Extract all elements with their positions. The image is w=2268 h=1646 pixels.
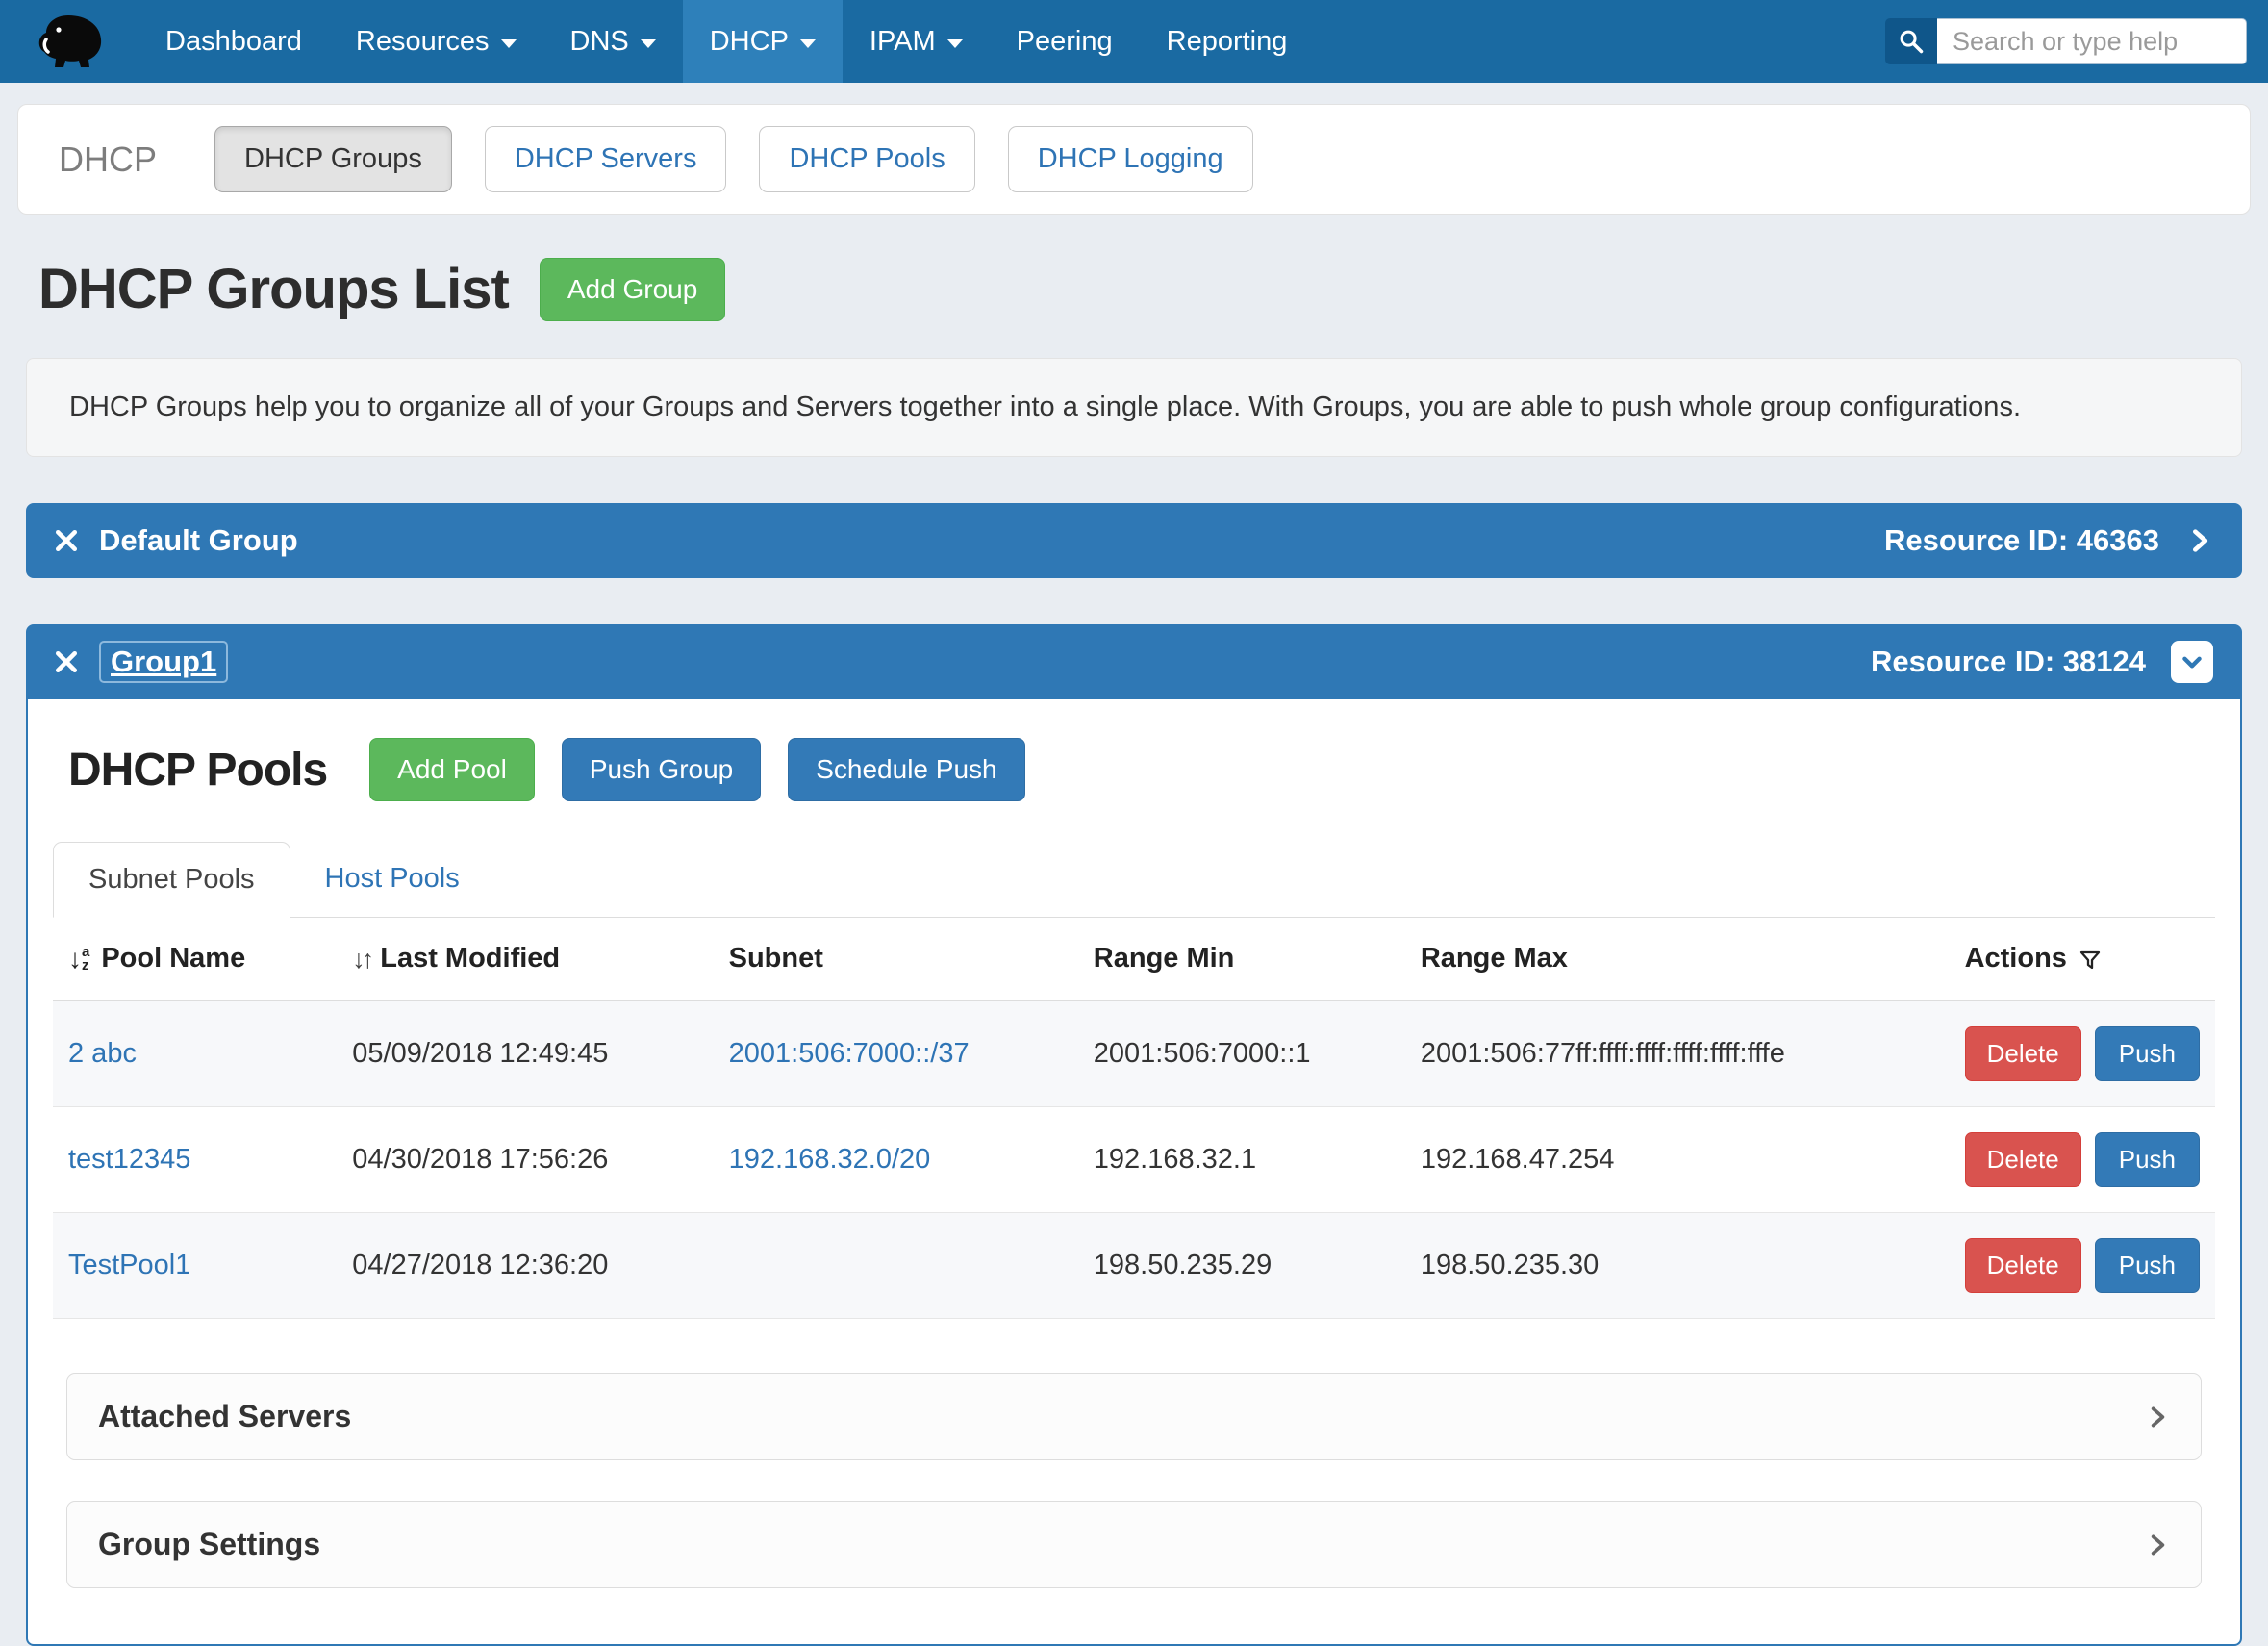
subnet-pools-table: ↓ az Pool Name ↓↑Last Modified Subnet Ra… — [53, 918, 2215, 1319]
schedule-push-button[interactable]: Schedule Push — [788, 738, 1024, 801]
nav-item-label: Peering — [1017, 26, 1113, 58]
attached-servers-title: Attached Servers — [98, 1399, 351, 1434]
push-group-button[interactable]: Push Group — [562, 738, 761, 801]
group-name-link[interactable]: Group1 — [99, 641, 228, 683]
group-settings-panel[interactable]: Group Settings — [66, 1501, 2202, 1588]
dhcp-section-toolbar: DHCP DHCP Groups DHCP Servers DHCP Pools… — [17, 104, 2251, 215]
nav-item-dhcp[interactable]: DHCP — [683, 0, 843, 83]
pool-name-link[interactable]: test12345 — [68, 1144, 190, 1175]
group1-detail-panel: DHCP Pools Add Pool Push Group Schedule … — [26, 699, 2242, 1646]
subnet-link[interactable]: 2001:506:7000::/37 — [729, 1038, 970, 1069]
group-settings-title: Group Settings — [98, 1527, 320, 1562]
header-range-max: Range Max — [1405, 918, 1950, 1000]
last-modified-cell: 04/27/2018 12:36:20 — [337, 1213, 713, 1319]
last-modified-cell: 04/30/2018 17:56:26 — [337, 1107, 713, 1213]
mammoth-logo-icon — [37, 13, 106, 69]
nav-item-peering[interactable]: Peering — [990, 0, 1140, 83]
push-button[interactable]: Push — [2095, 1238, 2200, 1293]
global-search — [1885, 18, 2247, 64]
range-min-cell: 198.50.235.29 — [1078, 1213, 1405, 1319]
search-input[interactable] — [1937, 18, 2247, 64]
nav-item-label: Reporting — [1167, 26, 1288, 58]
sort-updown-icon: ↓↑ — [352, 945, 370, 974]
dhcp-pools-title: DHCP Pools — [68, 744, 327, 797]
nav-item-ipam[interactable]: IPAM — [843, 0, 990, 83]
group-header-default-group[interactable]: Default Group Resource ID: 46363 — [26, 503, 2242, 578]
range-min-cell: 192.168.32.1 — [1078, 1107, 1405, 1213]
range-max-cell: 2001:506:77ff:ffff:ffff:ffff:ffff:fffe — [1405, 1000, 1950, 1107]
collapse-group-button[interactable] — [2171, 641, 2213, 683]
caret-down-icon — [947, 39, 963, 48]
push-button[interactable]: Push — [2095, 1132, 2200, 1187]
nav-item-label: DNS — [570, 26, 629, 58]
chevron-right-icon — [2145, 1405, 2170, 1430]
dhcp-logging-button[interactable]: DHCP Logging — [1008, 126, 1253, 192]
page-title-row: DHCP Groups List Add Group — [38, 257, 2230, 321]
chevron-right-icon[interactable] — [2186, 527, 2213, 554]
nav-item-label: DHCP — [710, 26, 789, 58]
group-name: Default Group — [99, 523, 298, 558]
search-button[interactable] — [1885, 18, 1937, 64]
table-row: 2 abc 05/09/2018 12:49:45 2001:506:7000:… — [53, 1000, 2215, 1107]
caret-down-icon — [800, 39, 816, 48]
delete-group-icon[interactable] — [55, 650, 78, 673]
dhcp-pools-button[interactable]: DHCP Pools — [759, 126, 974, 192]
chevron-right-icon — [2145, 1532, 2170, 1557]
nav-item-reporting[interactable]: Reporting — [1140, 0, 1315, 83]
nav-item-resources[interactable]: Resources — [329, 0, 543, 83]
dhcp-groups-button[interactable]: DHCP Groups — [214, 126, 452, 192]
caret-down-icon — [641, 39, 656, 48]
nav-item-label: IPAM — [869, 26, 936, 58]
delete-group-icon[interactable] — [55, 529, 78, 552]
add-pool-button[interactable]: Add Pool — [369, 738, 535, 801]
last-modified-cell: 05/09/2018 12:49:45 — [337, 1000, 713, 1107]
header-range-min: Range Min — [1078, 918, 1405, 1000]
delete-button[interactable]: Delete — [1965, 1238, 2081, 1293]
sort-alpha-icon: ↓ az — [68, 944, 89, 975]
header-subnet: Subnet — [714, 918, 1078, 1000]
dhcp-pools-header: DHCP Pools Add Pool Push Group Schedule … — [53, 738, 2215, 801]
nav-item-label: Resources — [356, 26, 490, 58]
pool-name-link[interactable]: TestPool1 — [68, 1250, 190, 1280]
resource-id: Resource ID: 46363 — [1884, 523, 2159, 558]
chevron-down-icon — [2180, 649, 2205, 674]
header-actions[interactable]: Actions — [1950, 918, 2215, 1000]
delete-button[interactable]: Delete — [1965, 1026, 2081, 1081]
tab-subnet-pools[interactable]: Subnet Pools — [53, 842, 290, 918]
dhcp-groups-description: DHCP Groups help you to organize all of … — [26, 358, 2242, 457]
add-group-button[interactable]: Add Group — [540, 258, 725, 321]
dhcp-servers-button[interactable]: DHCP Servers — [485, 126, 727, 192]
caret-down-icon — [501, 39, 517, 48]
nav-item-dashboard[interactable]: Dashboard — [139, 0, 329, 83]
range-max-cell: 198.50.235.30 — [1405, 1213, 1950, 1319]
attached-servers-panel[interactable]: Attached Servers — [66, 1373, 2202, 1460]
pools-tabs: Subnet Pools Host Pools — [53, 842, 2215, 918]
page-title: DHCP Groups List — [38, 257, 509, 321]
header-pool-name[interactable]: ↓ az Pool Name — [53, 918, 337, 1000]
pool-name-link[interactable]: 2 abc — [68, 1038, 137, 1069]
table-row: test12345 04/30/2018 17:56:26 192.168.32… — [53, 1107, 2215, 1213]
range-min-cell: 2001:506:7000::1 — [1078, 1000, 1405, 1107]
filter-funnel-icon[interactable] — [2079, 949, 2102, 972]
table-header-row: ↓ az Pool Name ↓↑Last Modified Subnet Ra… — [53, 918, 2215, 1000]
nav-item-dns[interactable]: DNS — [543, 0, 683, 83]
push-button[interactable]: Push — [2095, 1026, 2200, 1081]
table-row: TestPool1 04/27/2018 12:36:20 198.50.235… — [53, 1213, 2215, 1319]
delete-button[interactable]: Delete — [1965, 1132, 2081, 1187]
section-label: DHCP — [59, 139, 157, 180]
nav-item-label: Dashboard — [165, 26, 302, 58]
search-icon — [1898, 28, 1925, 55]
range-max-cell: 192.168.47.254 — [1405, 1107, 1950, 1213]
top-navbar: Dashboard Resources DNS DHCP IPAM Peerin… — [0, 0, 2268, 83]
resource-id: Resource ID: 38124 — [1871, 645, 2146, 679]
app-logo[interactable] — [0, 0, 139, 83]
tab-host-pools[interactable]: Host Pools — [290, 842, 494, 918]
subnet-link[interactable]: 192.168.32.0/20 — [729, 1144, 931, 1175]
group-header-group1[interactable]: Group1 Resource ID: 38124 — [26, 624, 2242, 699]
header-last-modified[interactable]: ↓↑Last Modified — [337, 918, 713, 1000]
